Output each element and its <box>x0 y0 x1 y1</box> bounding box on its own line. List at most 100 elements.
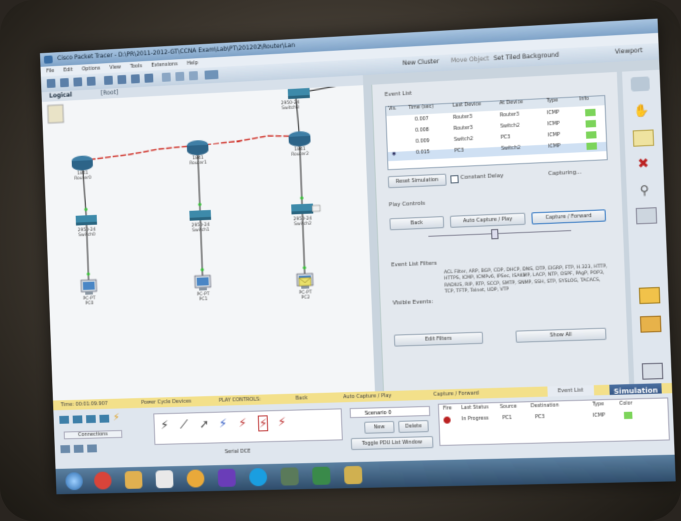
menu-tools[interactable]: Tools <box>130 63 142 70</box>
crossover-icon[interactable]: ⚡ <box>219 416 228 430</box>
new-file-icon[interactable] <box>46 78 56 89</box>
move-icon[interactable]: ✋ <box>632 103 651 118</box>
zoom-in-icon[interactable] <box>161 72 171 82</box>
pc-icon[interactable] <box>195 275 211 291</box>
serial-dce-icon[interactable]: ⚡ <box>257 415 269 432</box>
print-icon[interactable] <box>86 76 96 86</box>
network-canvas[interactable]: 1841 Router0 1841 Router1 1841 Router2 2950… <box>41 85 375 401</box>
app-icon <box>43 55 53 64</box>
simulation-mode-icon[interactable] <box>641 362 664 380</box>
straight-through-icon[interactable]: ➚ <box>199 417 209 431</box>
browser-icon[interactable] <box>186 469 205 488</box>
toggle-pdu-list-button[interactable]: Toggle PDU List Window <box>350 436 434 451</box>
router0-label: 1841 Router0 <box>74 171 92 182</box>
menu-edit[interactable]: Edit <box>63 67 72 73</box>
menu-help[interactable]: Help <box>187 60 198 67</box>
event-list-title: Event List <box>384 90 413 99</box>
resize-icon[interactable] <box>635 207 658 225</box>
connections-category-icon[interactable]: ⚡ <box>113 412 120 423</box>
auto-connection-icon[interactable]: ⚡ <box>160 418 169 432</box>
topology-diagram <box>42 85 375 295</box>
skype-icon[interactable] <box>248 468 268 487</box>
fiber-icon[interactable]: ⚡ <box>238 416 247 430</box>
set-background-button[interactable]: Set Tiled Background <box>493 52 559 63</box>
copy-icon[interactable] <box>103 75 113 85</box>
console-cable-icon[interactable]: ⟋ <box>180 417 189 432</box>
redo-icon[interactable] <box>144 73 154 83</box>
routers-category-icon[interactable] <box>59 415 70 424</box>
scenario-select[interactable]: Scenario 0 <box>349 405 431 419</box>
explorer-icon[interactable] <box>124 470 143 489</box>
constant-delay-label: Constant Delay <box>460 173 504 182</box>
speed-slider-track[interactable] <box>428 230 572 237</box>
link-status-dot <box>302 266 307 270</box>
constant-delay-checkbox[interactable] <box>450 175 459 184</box>
zoom-reset-icon[interactable] <box>175 71 185 82</box>
delete-scenario-button[interactable]: Delete <box>398 420 429 433</box>
inspect-icon[interactable]: ⚲ <box>635 183 654 198</box>
common-tools-bar: ✋ ✖ ⚲ <box>622 69 672 385</box>
switch-icon[interactable] <box>189 209 212 221</box>
paste-icon[interactable] <box>117 74 127 85</box>
zoom-out-icon[interactable] <box>188 71 199 81</box>
wan-emulation-category-icon[interactable] <box>73 444 84 453</box>
pdu-envelope-icon[interactable] <box>312 205 322 213</box>
app-icon-purple[interactable] <box>217 468 236 487</box>
pc0-label: PC-PT PC0 <box>82 296 96 307</box>
menu-extensions[interactable]: Extensions <box>151 61 178 68</box>
save-icon[interactable] <box>73 77 83 87</box>
switch-icon[interactable] <box>75 214 98 226</box>
switches-category-icon[interactable] <box>72 415 83 424</box>
note-icon[interactable] <box>632 129 655 147</box>
link-status-dot <box>84 207 88 212</box>
fire-pdu-icon[interactable] <box>443 416 451 424</box>
switch3-label: 2950-24 Switch3 <box>280 100 300 112</box>
custom-devices-category-icon[interactable] <box>87 444 97 453</box>
new-scenario-button[interactable]: New <box>364 420 395 434</box>
tool-icon[interactable] <box>280 467 299 486</box>
select-arrow-icon[interactable] <box>630 76 650 92</box>
logical-tab[interactable]: Logical <box>49 92 72 100</box>
move-object-button[interactable]: Move Object <box>451 55 489 64</box>
router-icon[interactable] <box>186 139 209 156</box>
pc-icon[interactable] <box>81 280 97 295</box>
event-list-table[interactable]: Vis. Time (sec) Last Device At Device Ty… <box>385 95 608 171</box>
document-icon[interactable] <box>155 470 174 489</box>
end-devices-category-icon[interactable] <box>60 445 71 454</box>
router-icon[interactable] <box>288 130 311 147</box>
open-file-icon[interactable] <box>59 78 69 88</box>
root-label[interactable]: [Root] <box>101 89 119 97</box>
serial-dte-icon[interactable]: ⚡ <box>277 415 286 429</box>
viewport-button[interactable]: Viewport <box>615 47 643 56</box>
status-back-button[interactable]: Back <box>295 393 307 403</box>
capture-forward-button[interactable]: Capture / Forward <box>531 209 607 225</box>
capturing-status: Capturing... <box>548 169 582 178</box>
add-simple-pdu-icon[interactable] <box>638 286 661 305</box>
back-button[interactable]: Back <box>389 216 445 231</box>
auto-capture-button[interactable]: Auto Capture / Play <box>449 212 526 228</box>
menu-file[interactable]: File <box>46 68 54 74</box>
start-button-icon[interactable] <box>65 472 84 491</box>
router-icon[interactable] <box>71 155 94 171</box>
palette-icon[interactable] <box>204 69 219 80</box>
speed-slider-thumb[interactable] <box>491 228 499 240</box>
menu-options[interactable]: Options <box>82 66 101 73</box>
switch-icon[interactable] <box>287 87 310 100</box>
hubs-category-icon[interactable] <box>85 415 96 424</box>
undo-icon[interactable] <box>130 74 140 84</box>
switch-icon[interactable] <box>291 203 314 215</box>
menu-view[interactable]: View <box>109 64 121 71</box>
link-status-dot <box>86 272 90 276</box>
delete-icon[interactable]: ✖ <box>634 156 653 172</box>
app-icon-green[interactable] <box>312 466 331 485</box>
edit-filters-button[interactable]: Edit Filters <box>393 331 484 347</box>
show-all-button[interactable]: Show All <box>515 327 607 343</box>
reset-simulation-button[interactable]: Reset Simulation <box>387 173 447 189</box>
packet-tracer-taskbar-icon[interactable] <box>343 465 363 485</box>
note-icon[interactable] <box>48 105 64 123</box>
new-cluster-button[interactable]: New Cluster <box>402 58 439 67</box>
add-complex-pdu-icon[interactable] <box>639 315 662 333</box>
media-player-icon[interactable] <box>93 471 112 490</box>
wireless-category-icon[interactable] <box>99 414 110 423</box>
pdu-envelope-icon[interactable] <box>299 277 311 285</box>
